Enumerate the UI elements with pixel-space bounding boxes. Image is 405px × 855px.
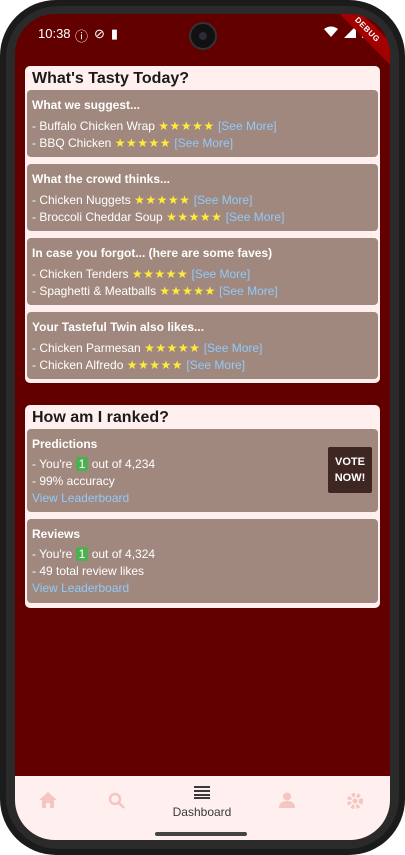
reviews-card: Reviews - You're 1 out of 4,324 - 49 tot… bbox=[27, 519, 378, 603]
view-leaderboard-link[interactable]: View Leaderboard bbox=[32, 491, 129, 505]
suggest-card: What we suggest... - Buffalo Chicken Wra… bbox=[27, 90, 378, 157]
status-time: 10:38 bbox=[38, 26, 71, 41]
nav-dashboard-label: Dashboard bbox=[172, 805, 232, 819]
predictions-rank: - You're 1 out of 4,234 bbox=[32, 457, 155, 471]
dish-name: - Chicken Nuggets bbox=[32, 193, 131, 207]
tasty-panel: What's Tasty Today? What we suggest... -… bbox=[25, 66, 380, 383]
dashboard-icon bbox=[194, 786, 210, 799]
dish-name: - Chicken Alfredo bbox=[32, 358, 124, 372]
rank-prefix: - You're bbox=[32, 457, 76, 471]
rank-suffix: out of 4,234 bbox=[88, 457, 156, 471]
star-rating-icon: ★★★★★ bbox=[159, 284, 216, 298]
star-rating-icon: ★★★★★ bbox=[144, 341, 201, 355]
search-icon bbox=[108, 792, 125, 809]
list-item: - Chicken Alfredo ★★★★★ [See More] bbox=[32, 358, 245, 372]
twin-card: Your Tasteful Twin also likes... - Chick… bbox=[27, 312, 378, 379]
star-rating-icon: ★★★★★ bbox=[131, 267, 189, 281]
ranked-title: How am I ranked? bbox=[32, 409, 169, 426]
dish-name: - Spaghetti & Meatballs bbox=[32, 284, 157, 298]
status-icons: ⓘ ⊘ ▮ bbox=[75, 26, 118, 45]
reviews-likes: - 49 total review likes bbox=[32, 564, 145, 578]
nav-search[interactable] bbox=[96, 792, 136, 813]
reviews-rank: - You're 1 out of 4,324 bbox=[32, 547, 155, 561]
star-rating-icon: ★★★★★ bbox=[114, 136, 171, 150]
rank-badge: 1 bbox=[75, 457, 89, 471]
view-leaderboard-link[interactable]: View Leaderboard bbox=[32, 581, 129, 595]
star-rating-icon: ★★★★★ bbox=[158, 119, 215, 133]
vote-now-button[interactable]: VOTE NOW! bbox=[328, 447, 372, 493]
see-more-link[interactable]: [See More] bbox=[219, 284, 278, 298]
list-item: - BBQ Chicken ★★★★★ [See More] bbox=[32, 136, 233, 150]
see-more-link[interactable]: [See More] bbox=[218, 119, 277, 133]
person-icon bbox=[279, 792, 295, 808]
ranked-panel: How am I ranked? Predictions - You're 1 … bbox=[25, 405, 380, 608]
twin-title: Your Tasteful Twin also likes... bbox=[32, 320, 205, 334]
nav-settings[interactable] bbox=[335, 792, 375, 814]
see-more-link[interactable]: [See More] bbox=[191, 267, 250, 281]
camera-cutout bbox=[189, 22, 217, 50]
dish-name: - Broccoli Cheddar Soup bbox=[32, 210, 163, 224]
nav-profile[interactable] bbox=[267, 792, 307, 812]
reviews-title: Reviews bbox=[32, 527, 81, 541]
settings-icon bbox=[347, 793, 363, 809]
home-icon bbox=[39, 792, 57, 808]
star-rating-icon: ★★★★★ bbox=[166, 210, 223, 224]
list-item: - Buffalo Chicken Wrap ★★★★★ [See More] bbox=[32, 119, 277, 133]
rank-suffix: out of 4,324 bbox=[88, 547, 156, 561]
see-more-link[interactable]: [See More] bbox=[204, 341, 263, 355]
faves-title: In case you forgot... (here are some fav… bbox=[32, 246, 273, 260]
tasty-title: What's Tasty Today? bbox=[32, 70, 190, 87]
list-item: - Chicken Nuggets ★★★★★ [See More] bbox=[32, 193, 252, 207]
list-item: - Broccoli Cheddar Soup ★★★★★ [See More] bbox=[32, 210, 284, 224]
no-disturb-icon: ⊘ bbox=[94, 26, 105, 41]
predictions-card: Predictions - You're 1 out of 4,234 - 99… bbox=[27, 429, 378, 512]
sd-card-icon: ▮ bbox=[110, 26, 119, 41]
crowd-title: What the crowd thinks... bbox=[32, 172, 171, 186]
dish-name: - Chicken Tenders bbox=[32, 267, 129, 281]
dish-name: - Chicken Parmesan bbox=[32, 341, 141, 355]
crowd-card: What the crowd thinks... - Chicken Nugge… bbox=[27, 164, 378, 231]
suggest-title: What we suggest... bbox=[32, 98, 141, 112]
rank-prefix: - You're bbox=[32, 547, 76, 561]
dish-name: - Buffalo Chicken Wrap bbox=[32, 119, 155, 133]
see-more-link[interactable]: [See More] bbox=[186, 358, 245, 372]
screen: 10:38 ⓘ ⊘ ▮ DEBUG What's Tasty Today? Wh… bbox=[15, 14, 390, 840]
home-indicator[interactable] bbox=[155, 832, 247, 836]
star-rating-icon: ★★★★★ bbox=[126, 358, 184, 372]
predictions-title: Predictions bbox=[32, 437, 98, 451]
info-icon: ⓘ bbox=[75, 29, 89, 44]
nav-home[interactable] bbox=[28, 792, 68, 812]
rank-badge: 1 bbox=[75, 547, 89, 561]
predictions-accuracy: - 99% accuracy bbox=[32, 474, 115, 488]
see-more-link[interactable]: [See More] bbox=[226, 210, 285, 224]
list-item: - Chicken Parmesan ★★★★★ [See More] bbox=[32, 341, 262, 355]
see-more-link[interactable]: [See More] bbox=[174, 136, 233, 150]
faves-card: In case you forgot... (here are some fav… bbox=[27, 238, 378, 305]
star-rating-icon: ★★★★★ bbox=[134, 193, 191, 207]
list-item: - Chicken Tenders ★★★★★ [See More] bbox=[32, 267, 250, 281]
wifi-icon bbox=[324, 26, 338, 37]
list-item: - Spaghetti & Meatballs ★★★★★ [See More] bbox=[32, 284, 278, 298]
nav-dashboard[interactable]: Dashboard bbox=[172, 786, 232, 819]
dish-name: - BBQ Chicken bbox=[32, 136, 112, 150]
see-more-link[interactable]: [See More] bbox=[194, 193, 253, 207]
bottom-nav: Dashboard bbox=[15, 776, 390, 840]
